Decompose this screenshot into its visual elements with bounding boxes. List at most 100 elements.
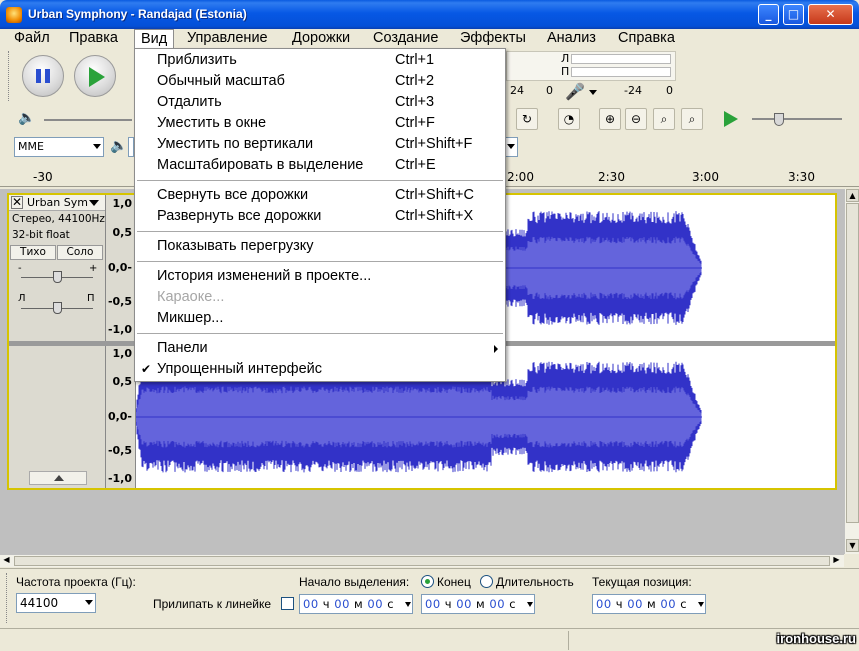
maximize-button[interactable]: □: [783, 4, 804, 25]
close-button[interactable]: ✕: [808, 4, 853, 25]
selection-start-label: Начало выделения:: [299, 575, 410, 589]
menu-item-zoom-selection[interactable]: Масштабировать в выделение Ctrl+E: [135, 155, 505, 176]
audio-host-select[interactable]: MME: [14, 137, 104, 157]
redo-button[interactable]: ↻: [516, 108, 538, 130]
pause-icon: [36, 69, 50, 83]
menu-item-simplified-ui[interactable]: ✔ Упрощенный интерфейс: [135, 359, 505, 380]
menu-item-expand-tracks[interactable]: Развернуть все дорожки Ctrl+Shift+X: [135, 206, 505, 227]
menu-effects[interactable]: Эффекты: [454, 29, 532, 49]
current-position-time[interactable]: 00 ч 00 м 00 с: [592, 594, 706, 614]
play-button[interactable]: [74, 55, 116, 97]
sync-lock-button[interactable]: ◔: [558, 108, 580, 130]
menu-control[interactable]: Управление: [181, 29, 274, 49]
scale-label: -0,5: [107, 444, 132, 457]
scroll-left-button[interactable]: ◀: [0, 555, 13, 567]
track-close-button[interactable]: ✕: [11, 196, 23, 209]
menu-analyze[interactable]: Анализ: [541, 29, 602, 49]
gain-slider-thumb[interactable]: [53, 271, 62, 283]
toolbar-grip[interactable]: [8, 51, 12, 101]
menu-edit[interactable]: Правка: [63, 29, 124, 49]
selection-start-time[interactable]: 00 ч 00 м 00 с: [299, 594, 413, 614]
play-at-speed-button[interactable]: [724, 111, 738, 127]
gain-minus-label: -: [18, 263, 22, 274]
meter-db-label: -24: [624, 84, 642, 97]
ruler-tick: 2:00: [507, 170, 534, 184]
length-radio-label: Длительность: [496, 575, 574, 589]
zoom-out-button[interactable]: ⊖: [625, 108, 647, 130]
time-format-arrow[interactable]: [698, 602, 704, 607]
play-speed-slider[interactable]: [752, 118, 842, 120]
menu-tracks[interactable]: Дорожки: [286, 29, 356, 49]
time-format-arrow[interactable]: [405, 602, 411, 607]
toolbar-grip[interactable]: [6, 573, 9, 623]
pan-right-label: П: [87, 293, 95, 304]
menu-separator: [137, 180, 503, 181]
project-rate-label: Частота проекта (Гц):: [16, 575, 136, 589]
zoom-in-button[interactable]: ⊕: [599, 108, 621, 130]
menu-file[interactable]: Файл: [8, 29, 56, 49]
solo-button[interactable]: Соло: [57, 245, 103, 260]
meter-left-bar: [571, 54, 671, 64]
vertical-scroll-thumb[interactable]: [846, 203, 859, 523]
view-menu-dropdown: Приблизить Ctrl+1 Обычный масштаб Ctrl+2 О…: [134, 48, 506, 382]
scroll-right-button[interactable]: ▶: [830, 555, 843, 567]
minimize-button[interactable]: _: [758, 4, 779, 25]
scroll-down-button[interactable]: ▼: [846, 539, 859, 552]
time-format-arrow[interactable]: [527, 602, 533, 607]
meter-right-bar: [571, 67, 671, 77]
speaker-icon: 🔈: [18, 110, 36, 126]
vertical-scrollbar[interactable]: ▲ ▼: [844, 189, 859, 554]
play-speed-thumb[interactable]: [774, 113, 784, 126]
menu-item-toolbars[interactable]: Панели: [135, 338, 505, 359]
position-label: Текущая позиция:: [592, 575, 692, 589]
menu-item-mixer[interactable]: Микшер...: [135, 308, 505, 329]
mute-button[interactable]: Тихо: [10, 245, 56, 260]
project-rate-select[interactable]: 44100: [16, 593, 96, 613]
collapse-track-button[interactable]: [29, 471, 87, 485]
selection-end-time[interactable]: 00 ч 00 м 00 с: [421, 594, 535, 614]
horizontal-scrollbar[interactable]: ◀ ▶: [0, 554, 844, 567]
menu-bar: Файл Правка Вид Управление Дорожки Созда…: [0, 29, 859, 49]
menu-item-show-clipping[interactable]: Показывать перегрузку: [135, 236, 505, 257]
horizontal-scroll-thumb[interactable]: [14, 556, 830, 566]
track-menu-arrow[interactable]: [89, 200, 99, 206]
selection-toolbar: Частота проекта (Гц): 44100 Прилипать к …: [0, 568, 859, 628]
zoom-in-icon: ⊕: [604, 112, 616, 126]
mic-dropdown-arrow[interactable]: [589, 90, 597, 95]
meter-db-label: 0: [666, 84, 673, 97]
fit-project-button[interactable]: ⌕: [681, 108, 703, 130]
menu-item-undo-history[interactable]: История изменений в проекте...: [135, 266, 505, 287]
menu-generate[interactable]: Создание: [367, 29, 444, 49]
zoom-sel-icon: ⌕: [660, 112, 668, 126]
track-bitdepth: 32-bit float: [12, 229, 70, 241]
track-header: ✕ Urban Sym: [9, 195, 105, 211]
scroll-up-button[interactable]: ▲: [846, 189, 859, 202]
scale-label: 1,0: [112, 347, 133, 360]
ruler-tick: 2:30: [598, 170, 625, 184]
track-name-button[interactable]: Urban Sym: [27, 196, 88, 209]
menu-item-collapse-tracks[interactable]: Свернуть все дорожки Ctrl+Shift+C: [135, 185, 505, 206]
meter-db-label: 0: [546, 84, 553, 97]
end-radio[interactable]: [421, 575, 434, 588]
fit-selection-button[interactable]: ⌕: [653, 108, 675, 130]
submenu-arrow-icon: [494, 345, 498, 353]
window-title: Urban Symphony - Randajad (Estonia): [28, 7, 247, 21]
menu-view[interactable]: Вид: [134, 29, 175, 49]
menu-item-fit-vertical[interactable]: Уместить по вертикали Ctrl+Shift+F: [135, 134, 505, 155]
menu-item-zoom-in[interactable]: Приблизить Ctrl+1: [135, 50, 505, 71]
meter-left-label: Л: [561, 52, 570, 65]
pan-slider-thumb[interactable]: [53, 302, 62, 314]
audio-host-value: MME: [18, 140, 44, 153]
pause-button[interactable]: [22, 55, 64, 97]
menu-item-fit-window[interactable]: Уместить в окне Ctrl+F: [135, 113, 505, 134]
snap-to-checkbox[interactable]: [281, 597, 294, 610]
microphone-icon[interactable]: 🎤: [565, 82, 585, 101]
length-radio[interactable]: [480, 575, 493, 588]
menu-item-zoom-normal[interactable]: Обычный масштаб Ctrl+2: [135, 71, 505, 92]
playback-volume-slider[interactable]: [44, 119, 132, 121]
menu-help[interactable]: Справка: [612, 29, 681, 49]
pan-left-label: Л: [18, 293, 26, 304]
scale-label: 1,0: [112, 197, 133, 210]
menu-item-zoom-out[interactable]: Отдалить Ctrl+3: [135, 92, 505, 113]
zoom-fit-icon: ⌕: [688, 112, 696, 126]
